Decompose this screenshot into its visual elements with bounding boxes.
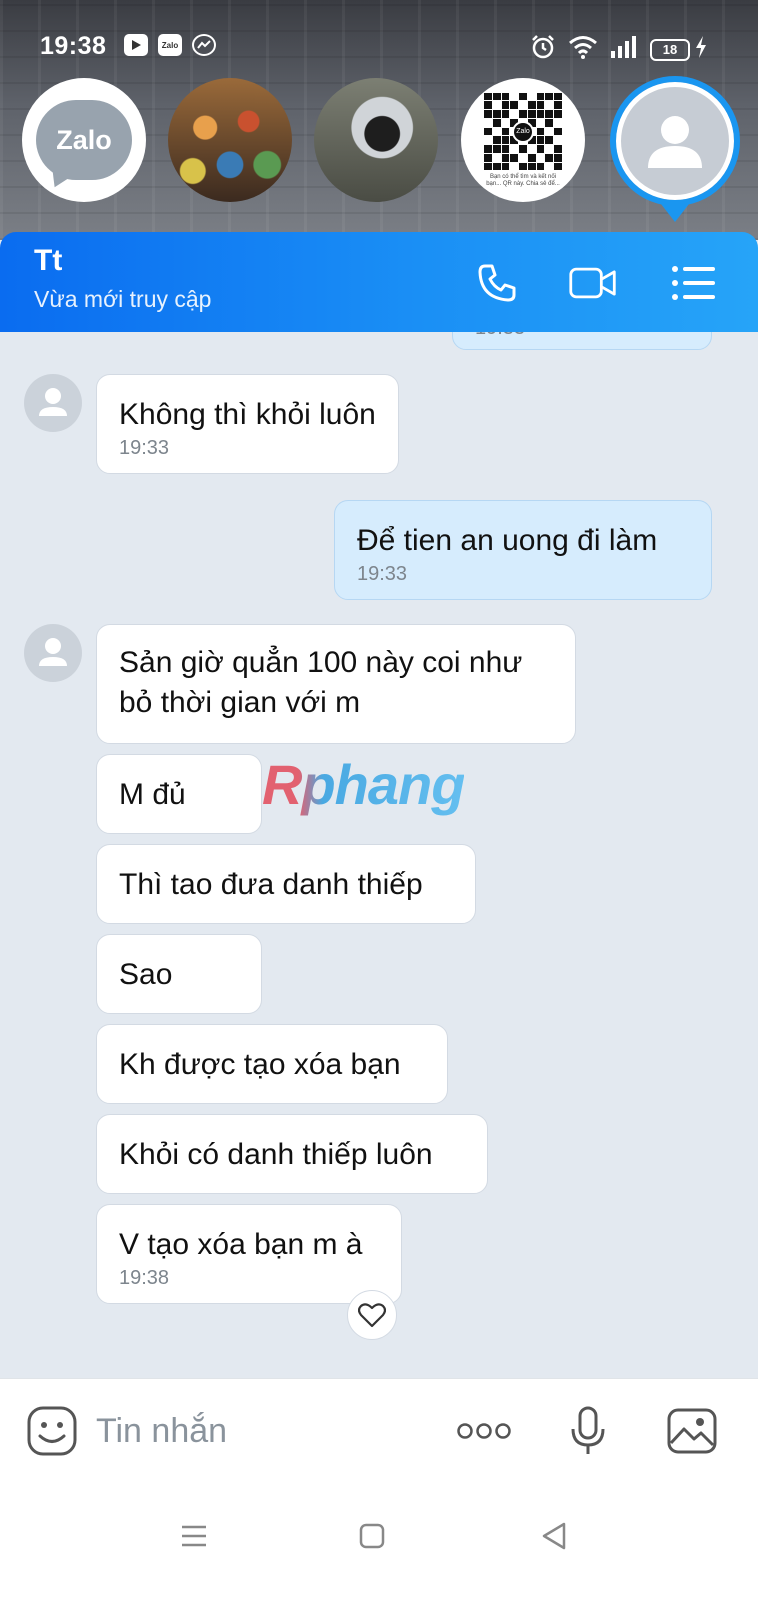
chat-head-contact-tt[interactable]: [610, 76, 740, 206]
video-call-icon: [569, 267, 616, 299]
recent-apps-button[interactable]: [164, 1506, 224, 1566]
heart-icon: [358, 1303, 386, 1328]
message-text: Thì tao đưa danh thiếp: [119, 868, 423, 901]
react-button[interactable]: [347, 1290, 397, 1340]
chat-head-pointer: [661, 204, 689, 222]
wifi-icon: [568, 35, 598, 64]
home-button[interactable]: [342, 1506, 402, 1566]
send-image-button[interactable]: [664, 1403, 720, 1459]
notification-icons: Zalo: [124, 34, 216, 56]
avatar[interactable]: [24, 624, 82, 682]
message-composer: [0, 1378, 758, 1482]
message-text: Khỏi có danh thiếp luôn: [119, 1138, 433, 1171]
alarm-icon: [530, 34, 556, 65]
message-input[interactable]: [96, 1407, 426, 1455]
message-incoming[interactable]: Sản giờ quẳn 100 này coi như bỏ thời gia…: [96, 624, 576, 744]
zalo-logo-icon: Zalo: [36, 100, 132, 180]
chat-head-qr-code[interactable]: Zalo Bạn có thể tìm và kết nối bạn... QR…: [461, 78, 585, 202]
message-incoming[interactable]: Thì tao đưa danh thiếp: [96, 844, 476, 924]
microphone-icon: [571, 1406, 605, 1454]
message-text: V tạo xóa bạn m à: [119, 1228, 363, 1261]
battery-icon: 18: [650, 38, 690, 61]
message-incoming[interactable]: Sao: [96, 934, 262, 1014]
phone-icon: [478, 264, 516, 302]
status-time: 19:38: [40, 32, 107, 60]
chat-head-crowd-photo[interactable]: [168, 78, 292, 202]
message-incoming[interactable]: V tạo xóa bạn m à 19:38: [96, 1204, 402, 1304]
contact-status: Vừa mới truy cập: [34, 286, 212, 312]
default-avatar-icon: [39, 388, 67, 416]
chat-head-motorbike-photo[interactable]: [314, 78, 438, 202]
charging-icon: [694, 35, 708, 64]
phone-call-button[interactable]: [472, 258, 522, 308]
youtube-icon: [124, 34, 148, 56]
chat-header: Tt Vừa mới truy cập: [0, 232, 758, 332]
chat-head-zalo[interactable]: Zalo: [22, 78, 146, 202]
zalo-icon: Zalo: [158, 34, 182, 56]
qr-code-icon: Zalo: [484, 92, 562, 171]
messenger-icon: [192, 34, 216, 56]
message-incoming[interactable]: Không thì khỏi luôn 19:33: [96, 374, 399, 474]
message-text: Để tien an uong đi làm: [357, 524, 658, 557]
emoji-button[interactable]: [26, 1405, 78, 1462]
image-icon: [667, 1408, 717, 1454]
more-icon: [457, 1423, 511, 1439]
signal-icon: [610, 35, 638, 64]
message-list[interactable]: 19:33 Không thì khỏi luôn 19:33 Để tien …: [0, 332, 758, 1378]
menu-list-icon: [672, 266, 715, 300]
recent-apps-icon: [182, 1525, 206, 1547]
message-time: 19:33: [119, 437, 170, 459]
avatar[interactable]: [24, 374, 82, 432]
message-outgoing[interactable]: Để tien an uong đi làm 19:33: [334, 500, 712, 600]
back-button[interactable]: [524, 1506, 584, 1566]
message-outgoing[interactable]: 19:33: [452, 332, 712, 350]
chat-options-button[interactable]: [668, 258, 718, 308]
contact-name[interactable]: Tt: [34, 244, 62, 278]
system-navigation-bar: [0, 1482, 758, 1600]
video-call-button[interactable]: [568, 258, 618, 308]
qr-zalo-logo: Zalo: [512, 120, 534, 143]
back-icon: [542, 1522, 566, 1550]
home-icon: [359, 1523, 385, 1549]
watermark-logo: Rphang: [262, 753, 465, 816]
qr-caption: Bạn có thể tìm và kết nối bạn... QR này.…: [486, 173, 560, 187]
message-time: 19:33: [475, 332, 689, 340]
default-avatar-icon: [648, 116, 702, 168]
more-options-button[interactable]: [456, 1403, 512, 1459]
message-incoming[interactable]: M đủ: [96, 754, 262, 834]
chat-heads-area: 19:38 Zalo 18 Zalo Zalo Bạn có thể tìm v…: [0, 0, 758, 240]
message-time: 19:33: [357, 563, 408, 585]
status-bar: 19:38 Zalo 18: [0, 30, 758, 64]
message-incoming[interactable]: Kh được tạo xóa bạn: [96, 1024, 448, 1104]
message-incoming[interactable]: Khỏi có danh thiếp luôn: [96, 1114, 488, 1194]
message-text: Sao: [119, 958, 173, 991]
message-text: Không thì khỏi luôn: [119, 398, 376, 431]
message-text: Kh được tạo xóa bạn: [119, 1048, 401, 1081]
message-text: M đủ: [119, 778, 186, 811]
voice-record-button[interactable]: [560, 1403, 616, 1459]
emoji-icon: [27, 1406, 77, 1456]
default-avatar-icon: [39, 638, 67, 666]
message-text: Sản giờ quẳn 100 này coi như bỏ thời gia…: [119, 646, 523, 719]
status-indicators: 18: [530, 34, 708, 65]
message-time: 19:38: [119, 1267, 170, 1289]
